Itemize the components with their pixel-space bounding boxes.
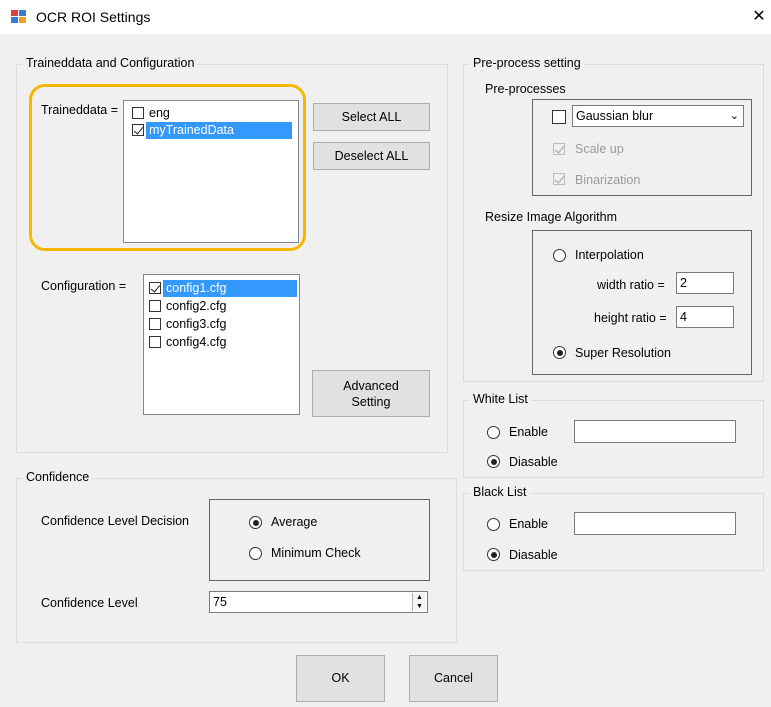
gaussian-blur-select[interactable]: Gaussian blur ⌄ xyxy=(572,105,744,127)
black-list-disable-radio[interactable] xyxy=(487,548,500,561)
configuration-item[interactable]: config4.cfg xyxy=(146,334,296,351)
super-resolution-label: Super Resolution xyxy=(575,346,671,360)
minimum-check-radio[interactable] xyxy=(249,547,262,560)
configuration-item-label: config4.cfg xyxy=(166,335,227,349)
preprocesses-label: Pre-processes xyxy=(485,82,566,96)
average-radio[interactable] xyxy=(249,516,262,529)
select-all-button[interactable]: Select ALL xyxy=(313,103,430,131)
black-list-input[interactable] xyxy=(574,512,736,535)
black-list-enable-label: Enable xyxy=(509,517,548,531)
chevron-down-icon[interactable]: ⌄ xyxy=(730,106,739,126)
black-list-enable-radio[interactable] xyxy=(487,518,500,531)
advanced-setting-label-line1: Advanced xyxy=(343,379,399,393)
configuration-item-checkbox[interactable] xyxy=(149,300,161,312)
gaussian-blur-checkbox[interactable] xyxy=(552,110,566,124)
scale-up-checkbox xyxy=(553,143,565,155)
resize-algorithm-label: Resize Image Algorithm xyxy=(485,210,618,224)
white-list-disable-radio[interactable] xyxy=(487,455,500,468)
app-windows-icon xyxy=(11,10,27,24)
configuration-item-checkbox[interactable] xyxy=(149,318,161,330)
super-resolution-radio[interactable] xyxy=(553,346,566,359)
width-ratio-input[interactable]: 2 xyxy=(676,272,734,294)
spin-arrows-icon[interactable]: ▲ ▼ xyxy=(412,593,426,611)
binarization-label: Binarization xyxy=(575,173,641,187)
minimum-check-label: Minimum Check xyxy=(271,546,361,560)
confidence-decision-box xyxy=(209,499,430,581)
cancel-button[interactable]: Cancel xyxy=(409,655,498,702)
confidence-level-spinbox[interactable]: 75 ▲ ▼ xyxy=(209,591,428,613)
confidence-decision-label: Confidence Level Decision xyxy=(41,514,190,528)
gaussian-blur-select-value: Gaussian blur xyxy=(576,109,654,123)
ok-button[interactable]: OK xyxy=(296,655,385,702)
height-ratio-input[interactable]: 4 xyxy=(676,306,734,328)
close-icon[interactable]: ✕ xyxy=(748,5,770,29)
configuration-listbox[interactable]: config1.cfg config2.cfg config3.cfg conf… xyxy=(143,274,300,415)
confidence-group-title: Confidence xyxy=(23,470,93,484)
configuration-item[interactable]: config3.cfg xyxy=(146,316,296,333)
confidence-level-value: 75 xyxy=(213,595,227,609)
deselect-all-button[interactable]: Deselect ALL xyxy=(313,142,430,170)
average-label: Average xyxy=(271,515,318,529)
title-bar: OCR ROI Settings ✕ xyxy=(0,0,771,34)
configuration-item-checkbox[interactable] xyxy=(149,336,161,348)
binarization-checkbox xyxy=(553,173,565,185)
configuration-item-label: config3.cfg xyxy=(166,317,227,331)
height-ratio-label: height ratio = xyxy=(594,311,667,325)
traineddata-configuration-group-title: Traineddata and Configuration xyxy=(23,56,198,70)
preprocess-group-title: Pre-process setting xyxy=(470,56,584,70)
black-list-disable-label: Diasable xyxy=(509,548,558,562)
window-title: OCR ROI Settings xyxy=(36,9,151,25)
highlight-annotation xyxy=(29,84,306,251)
scale-up-label: Scale up xyxy=(575,142,624,156)
width-ratio-label: width ratio = xyxy=(597,278,665,292)
confidence-level-label: Confidence Level xyxy=(41,596,138,610)
configuration-item[interactable]: config1.cfg xyxy=(146,280,297,297)
configuration-label: Configuration = xyxy=(41,279,127,293)
configuration-item-checkbox[interactable] xyxy=(149,282,161,294)
white-list-enable-radio[interactable] xyxy=(487,426,500,439)
white-list-group-title: White List xyxy=(470,392,531,406)
white-list-input[interactable] xyxy=(574,420,736,443)
configuration-item[interactable]: config2.cfg xyxy=(146,298,296,315)
advanced-setting-button[interactable]: Advanced Setting xyxy=(312,370,430,417)
interpolation-radio[interactable] xyxy=(553,249,566,262)
configuration-item-label: config1.cfg xyxy=(163,280,297,297)
advanced-setting-label-line2: Setting xyxy=(351,395,391,409)
white-list-enable-label: Enable xyxy=(509,425,548,439)
black-list-group-title: Black List xyxy=(470,485,530,499)
configuration-item-label: config2.cfg xyxy=(166,299,227,313)
interpolation-label: Interpolation xyxy=(575,248,644,262)
white-list-disable-label: Diasable xyxy=(509,455,558,469)
